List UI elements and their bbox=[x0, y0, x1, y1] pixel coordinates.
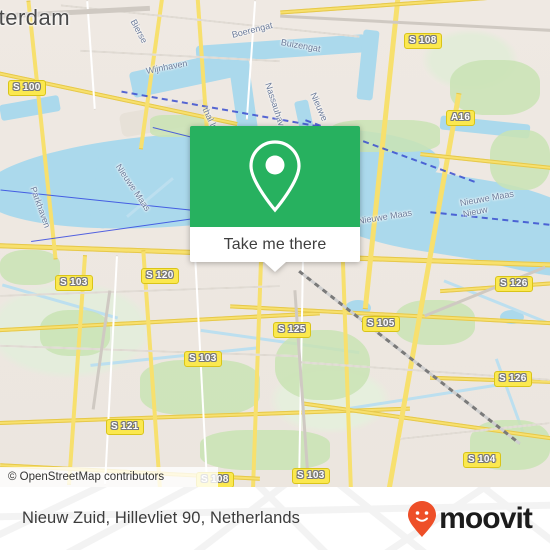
road-shield: S 126 bbox=[494, 371, 532, 387]
road-shield: S 103 bbox=[184, 351, 222, 367]
destination-callout[interactable]: Take me there bbox=[190, 126, 360, 272]
city-label: tterdam bbox=[0, 5, 71, 30]
map-pin-icon bbox=[249, 139, 301, 212]
callout-image-area bbox=[190, 126, 360, 227]
road-shield: S 104 bbox=[463, 452, 501, 468]
moovit-logo[interactable]: moovit bbox=[407, 500, 533, 538]
osm-attribution-text: © OpenStreetMap contributors bbox=[8, 471, 165, 483]
footer-bar: Nieuw Zuid, Hillevliet 90, Netherlands m… bbox=[0, 487, 550, 550]
road-shield: S 100 bbox=[8, 80, 46, 96]
road-shield: A16 bbox=[446, 110, 476, 126]
moovit-wordmark: moovit bbox=[439, 501, 533, 535]
park-ne bbox=[450, 60, 540, 115]
road-shield: S 105 bbox=[362, 316, 400, 332]
green-w bbox=[0, 250, 60, 285]
callout-action-bar[interactable]: Take me there bbox=[190, 227, 360, 272]
road-shield: S 125 bbox=[273, 322, 311, 338]
osm-attribution[interactable]: © OpenStreetMap contributors bbox=[0, 467, 218, 487]
road-shield: S 108 bbox=[404, 33, 442, 49]
location-title: Nieuw Zuid, Hillevliet 90, Netherlands bbox=[22, 509, 301, 527]
moovit-smiley-pin-icon bbox=[408, 500, 437, 537]
road-shield: S 121 bbox=[106, 419, 144, 435]
road-shield: S 126 bbox=[495, 276, 533, 292]
road-shield: S 103 bbox=[292, 468, 330, 484]
take-me-there-label: Take me there bbox=[223, 235, 327, 253]
park-se bbox=[395, 300, 475, 345]
callout-tail bbox=[264, 262, 286, 272]
green-s-2 bbox=[200, 430, 330, 470]
road-shield: S 103 bbox=[55, 275, 93, 291]
road-shield: S 120 bbox=[141, 268, 179, 284]
map-screenshot: tterdam BoerengatBuizengatWijnhavenBiers… bbox=[0, 0, 550, 550]
